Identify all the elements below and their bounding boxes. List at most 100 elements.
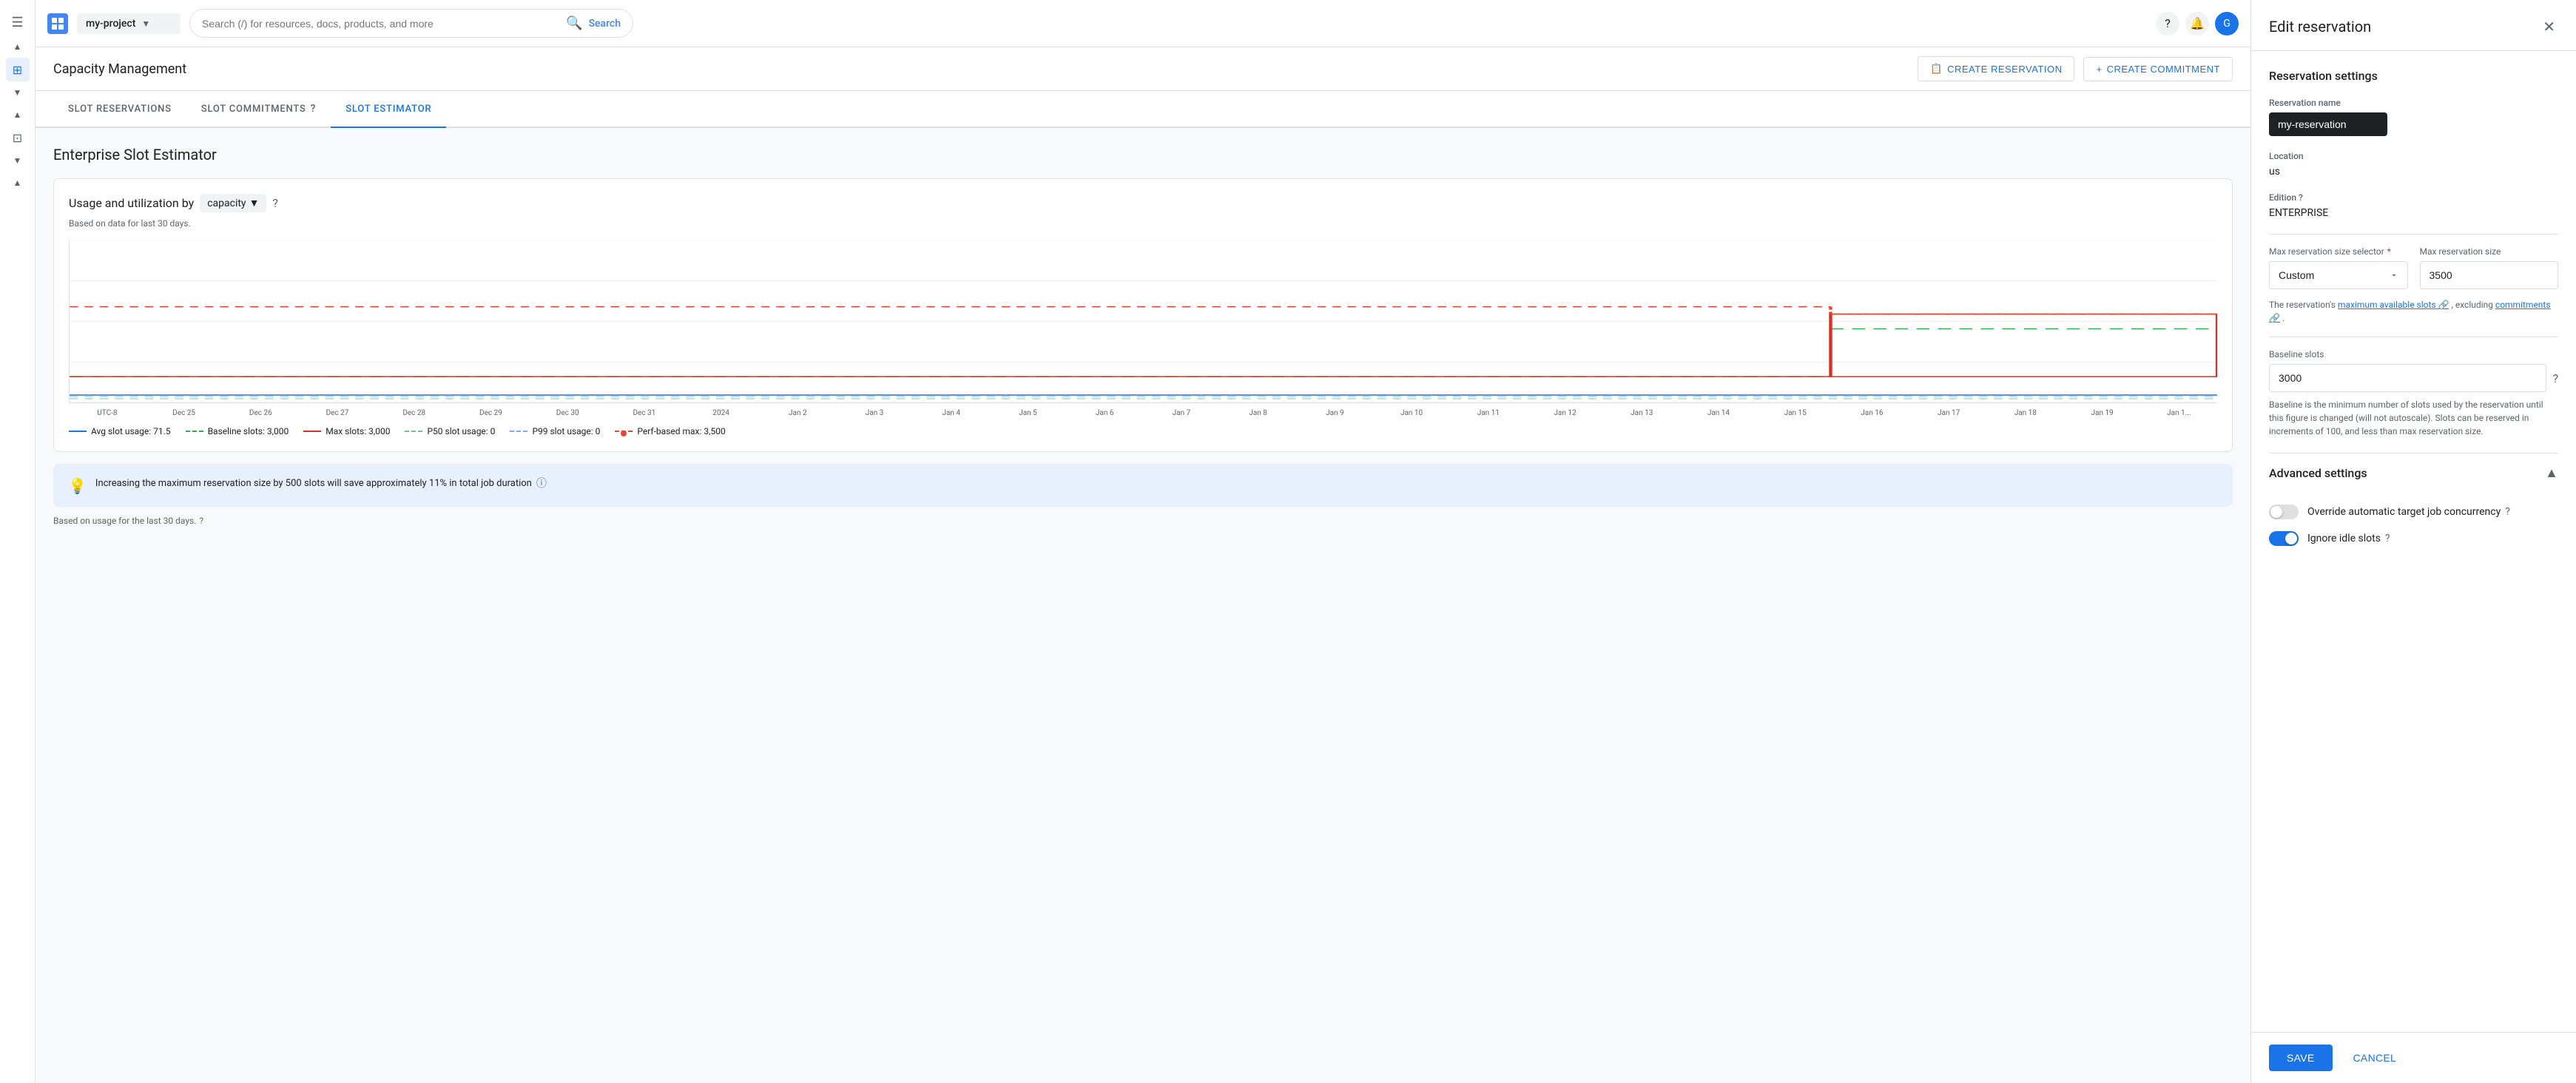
ignore-idle-label: Ignore idle slots ? [2307,533,2390,544]
sidebar-chevron-up-2[interactable]: ▲ [13,109,22,120]
legend-max-slots: Max slots: 3,000 [303,426,390,436]
location-label: Location [2269,151,2558,161]
legend-baseline-slots: Baseline slots: 3,000 [186,426,289,436]
edition-label: Edition ? [2269,192,2558,203]
sidebar-chevron-down-1[interactable]: ▼ [13,87,22,98]
location-value: us [2269,166,2558,178]
legend-max-icon [303,431,321,432]
info-lightbulb-icon: 💡 [68,477,87,495]
search-icon: 🔍 [566,16,582,31]
avatar[interactable]: G [2215,12,2239,36]
reservation-name-input[interactable] [2269,112,2387,136]
x-label: Dec 28 [376,409,453,417]
x-label: UTC-8 [69,409,146,417]
baseline-help-icon[interactable]: ? [2552,371,2558,385]
chart-help-icon[interactable]: ? [272,196,278,210]
advanced-settings-header[interactable]: Advanced settings ▲ [2269,453,2558,493]
ignore-idle-toggle-slider [2269,531,2299,546]
project-name: my-project [86,18,135,30]
max-size-selector-label: Max reservation size selector * [2269,246,2408,257]
baseline-slots-input[interactable] [2269,364,2546,392]
tab-slot-reservations[interactable]: SLOT RESERVATIONS [53,91,186,128]
sidebar-chevron-up-3[interactable]: ▲ [13,178,22,188]
search-button[interactable]: Search [589,18,621,30]
x-label: Jan 6 [1066,409,1143,417]
logo-cell [52,18,57,23]
panel-content: Reservation settings Reservation name Lo… [2251,51,2576,1032]
required-indicator: * [2387,246,2391,257]
legend-p50-icon [405,431,422,432]
x-label: Jan 1... [2140,409,2217,417]
based-on-help-icon[interactable]: ? [199,516,203,526]
capacity-dropdown-icon: ▼ [249,197,260,209]
info-help-icon[interactable]: ⓘ [536,476,547,490]
chart-title: Usage and utilization by [69,196,194,210]
location-field: Location us [2269,151,2558,178]
logo-cell [58,18,64,23]
estimator-title: Enterprise Slot Estimator [53,146,2233,163]
max-size-selector-select[interactable]: Custom Auto [2269,261,2408,289]
x-label: Jan 8 [1220,409,1297,417]
panel-footer: SAVE CANCEL [2251,1032,2576,1083]
sidebar-chevron-down-2[interactable]: ▼ [13,155,22,166]
cancel-button[interactable]: CANCEL [2341,1045,2409,1071]
x-label: Dec 27 [299,409,376,417]
tab-slot-estimator[interactable]: SLOT ESTIMATOR [331,91,446,128]
panel-header: Edit reservation ✕ [2251,0,2576,51]
close-panel-button[interactable]: ✕ [2540,15,2558,38]
legend-baseline-icon [186,431,203,432]
max-size-field: Max reservation size [2420,246,2559,289]
tab-slot-commitments[interactable]: SLOT COMMITMENTS ? [186,91,331,128]
save-button[interactable]: SAVE [2269,1045,2333,1071]
max-size-input[interactable] [2420,261,2559,289]
x-label: 2024 [683,409,760,417]
sidebar-active-item[interactable]: ⊞ [6,58,30,81]
x-label: Jan 9 [1297,409,1374,417]
max-available-slots-link[interactable]: maximum available slots 🔗 [2338,300,2449,310]
header-actions: 📋 CREATE RESERVATION + CREATE COMMITMENT [1918,56,2233,81]
override-toggle-slider [2269,505,2299,519]
sidebar-chevron-up-1[interactable]: ▲ [13,41,22,52]
ignore-idle-help-icon[interactable]: ? [2385,533,2390,544]
search-bar[interactable]: 🔍 Search [189,9,633,38]
x-label: Jan 13 [1603,409,1680,417]
x-label: Jan 11 [1450,409,1527,417]
search-input[interactable] [202,18,560,30]
x-label: Jan 14 [1680,409,1757,417]
sidebar-item-2[interactable]: ⊡ [6,126,30,149]
legend-avg-icon [69,431,87,432]
x-label: Dec 31 [606,409,683,417]
info-text: Increasing the maximum reservation size … [95,476,547,490]
x-label: Jan 17 [1910,409,1987,417]
edition-help-icon[interactable]: ? [2299,192,2303,203]
panel-title: Edit reservation [2269,18,2371,36]
x-axis: UTC-8 Dec 25 Dec 26 Dec 27 Dec 28 Dec 29… [69,409,2217,417]
project-selector[interactable]: my-project ▼ [77,13,181,34]
help-icon[interactable]: ? [2156,12,2179,36]
capacity-selector[interactable]: capacity ▼ [200,194,266,212]
override-toggle-row: Override automatic target job concurrenc… [2269,505,2558,519]
tabs: SLOT RESERVATIONS SLOT COMMITMENTS ? SLO… [36,91,2250,128]
divider [2269,234,2558,235]
create-commitment-icon: + [2096,64,2102,75]
edition-value: ENTERPRISE [2269,207,2558,219]
baseline-slots-field: Baseline slots ? Baseline is the minimum… [2269,349,2558,438]
x-label: Jan 12 [1527,409,1604,417]
settings-section-title: Reservation settings [2269,69,2558,83]
override-toggle[interactable] [2269,505,2299,519]
create-commitment-button[interactable]: + CREATE COMMITMENT [2083,57,2233,81]
ignore-idle-toggle[interactable] [2269,531,2299,546]
notifications-icon[interactable]: 🔔 [2185,12,2209,36]
edit-reservation-panel: Edit reservation ✕ Reservation settings … [2250,0,2576,1083]
page-title: Capacity Management [53,61,186,77]
sidebar-collapse-icon[interactable]: ☰ [4,9,31,36]
legend: Avg slot usage: 71.5 Baseline slots: 3,0… [69,426,2217,436]
x-label: Jan 3 [836,409,913,417]
override-help-icon[interactable]: ? [2505,506,2510,518]
x-label: Jan 10 [1373,409,1450,417]
create-reservation-icon: 📋 [1930,63,1943,75]
create-reservation-button[interactable]: 📋 CREATE RESERVATION [1918,56,2074,81]
advanced-settings-title: Advanced settings [2269,466,2367,480]
sidebar: ☰ ▲ ⊞ ▼ ▲ ⊡ ▼ ▲ [0,0,36,1083]
legend-diamond-icon [621,431,627,436]
